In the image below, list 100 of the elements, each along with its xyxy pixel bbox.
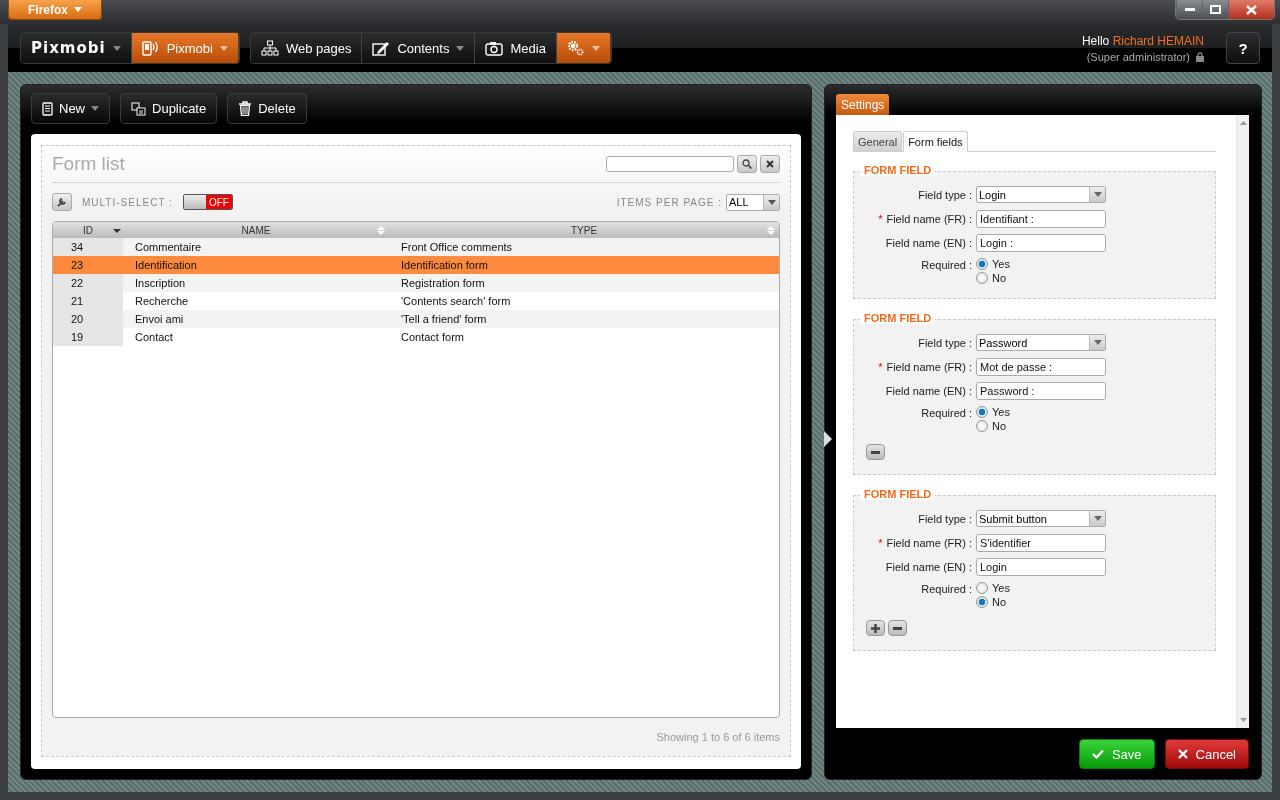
radio-option[interactable]: Yes — [976, 406, 1010, 418]
field-type-select[interactable]: Submit button — [976, 510, 1106, 527]
add-button[interactable] — [866, 620, 885, 636]
delete-button[interactable]: Delete — [227, 93, 307, 124]
search-button[interactable] — [737, 155, 757, 173]
table-row[interactable]: 22 Inscription Registration form — [53, 274, 779, 292]
caret-icon — [591, 45, 600, 51]
table-cell-text: Front Office comments — [400, 240, 514, 255]
table-row[interactable]: 20 Envoi ami 'Tell a friend' form — [53, 310, 779, 328]
logo: Pixmobi — [31, 39, 106, 57]
multi-select-toggle[interactable]: OFF — [182, 194, 233, 210]
field-type-select[interactable]: Login — [976, 186, 1106, 203]
field-type-select[interactable]: Password — [976, 334, 1106, 351]
minus-icon — [871, 450, 880, 454]
required-mark: * — [878, 213, 883, 225]
table-cell-text: 23 — [70, 258, 85, 273]
sitemap-icon — [260, 40, 279, 56]
radio-button[interactable] — [976, 596, 988, 608]
column-header[interactable]: NAME — [123, 222, 389, 238]
camera-icon — [485, 40, 504, 56]
input-field[interactable]: S'identifier — [976, 534, 1106, 552]
radio-option[interactable]: No — [976, 596, 1010, 608]
clear-search-button[interactable] — [760, 155, 780, 173]
table-cell-text: Contact — [134, 330, 174, 345]
radio-button[interactable] — [976, 406, 988, 418]
radio-button[interactable] — [976, 258, 988, 270]
radio-option[interactable]: No — [976, 272, 1010, 284]
table-cell-text: Identification — [134, 258, 198, 273]
trash-icon — [238, 101, 253, 116]
radio-button[interactable] — [976, 272, 988, 284]
table-cell-text: Inscription — [134, 276, 187, 291]
close-button[interactable] — [1228, 0, 1274, 19]
table-row[interactable]: 34 Commentaire Front Office comments — [53, 238, 779, 256]
group-title: FORM FIELD — [860, 164, 936, 176]
remove-button[interactable] — [866, 444, 885, 460]
input-field[interactable]: Password : — [976, 382, 1106, 400]
nav-menu-button[interactable]: Media — [475, 33, 557, 63]
cancel-button[interactable]: Cancel — [1164, 739, 1249, 769]
nav-menu-button[interactable]: Web pages — [250, 33, 363, 63]
field-label: Field name (FR) : — [886, 361, 972, 373]
close-icon — [1246, 4, 1257, 15]
group-title: FORM FIELD — [860, 488, 936, 500]
close-icon — [1177, 749, 1188, 759]
table-cell-text: Contact form — [400, 330, 465, 345]
field-label: Field name (EN) : — [885, 385, 972, 397]
required-mark: * — [878, 361, 883, 373]
wrench-icon — [57, 197, 67, 207]
duplicate-button[interactable]: Duplicate — [120, 93, 218, 124]
column-header[interactable]: TYPE — [389, 222, 779, 238]
input-field[interactable]: Identifiant : — [976, 210, 1106, 228]
field-label: Required : — [921, 407, 972, 419]
maximize-button[interactable] — [1202, 0, 1228, 19]
input-field[interactable]: Mot de passe : — [976, 358, 1106, 376]
remove-button[interactable] — [888, 620, 907, 636]
items-per-page-select[interactable]: ALL — [726, 193, 780, 211]
collapse-arrow-icon[interactable] — [824, 431, 832, 447]
search-field[interactable] — [606, 156, 734, 172]
minimize-button[interactable] — [1176, 0, 1202, 19]
column-header[interactable]: ID — [53, 222, 123, 238]
gears-icon — [566, 40, 585, 56]
field-label: Field type : — [918, 189, 972, 201]
tab[interactable]: Form fields — [903, 131, 968, 152]
field-label: Field type : — [918, 513, 972, 525]
field-label: Field name (EN) : — [885, 561, 972, 573]
pagination-info: Showing 1 to 6 of 6 items — [656, 731, 780, 743]
maximize-icon — [1210, 5, 1221, 14]
caret-icon — [767, 199, 776, 205]
table-cell-text: Commentaire — [134, 240, 203, 255]
field-label: Field name (FR) : — [886, 537, 972, 549]
field-label: Field name (EN) : — [885, 237, 972, 249]
caret-icon — [1093, 516, 1102, 521]
radio-option[interactable]: Yes — [976, 582, 1010, 594]
nav-menu-button[interactable]: Contents — [362, 33, 476, 63]
multi-select-label: MULTI-SELECT : — [82, 196, 173, 208]
minus-icon — [893, 626, 902, 630]
wrench-button[interactable] — [52, 193, 72, 211]
table-cell-text: Envoi ami — [134, 312, 185, 327]
radio-option[interactable]: No — [976, 420, 1010, 432]
radio-button[interactable] — [976, 420, 988, 432]
user-name: Richard HEMAIN — [1112, 33, 1204, 48]
table-row[interactable]: 23 Identification Identification form — [53, 256, 779, 274]
nav-menu-button[interactable]: Pixmobi — [131, 33, 239, 63]
table-cell: 21 — [53, 292, 123, 310]
new-button[interactable]: New — [31, 93, 110, 124]
input-field[interactable]: Login — [976, 558, 1106, 576]
radio-button[interactable] — [976, 582, 988, 594]
settings-menu-button[interactable] — [556, 33, 611, 63]
copy-icon — [131, 101, 146, 116]
help-button[interactable]: ? — [1226, 32, 1260, 64]
table-cell-text: 'Contents search' form — [400, 294, 512, 309]
logo-menu-button[interactable]: Pixmobi — [21, 33, 132, 63]
phone-icon — [141, 40, 160, 56]
tab[interactable]: General — [853, 131, 903, 152]
radio-option[interactable]: Yes — [976, 258, 1010, 270]
field-label: Required : — [921, 583, 972, 595]
group-title: FORM FIELD — [860, 312, 936, 324]
input-field[interactable]: Login : — [976, 234, 1106, 252]
table-cell-text: Registration form — [400, 276, 486, 291]
caret-icon — [219, 45, 228, 51]
field-label: Field name (FR) : — [886, 213, 972, 225]
